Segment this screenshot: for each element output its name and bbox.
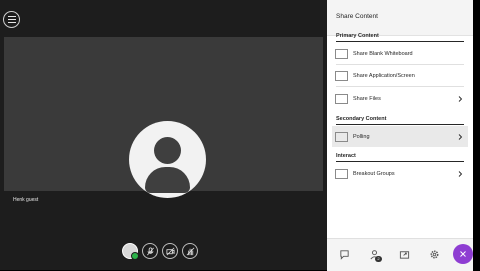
raise-hand-button[interactable] — [182, 243, 198, 259]
section-title-secondary: Secondary Content — [336, 116, 387, 122]
hand-icon — [186, 247, 194, 255]
screen-share-icon — [335, 70, 348, 81]
polling-icon — [335, 131, 348, 142]
main-stage: Henk guest — [0, 0, 327, 270]
share-content-panel: Share Content Primary Content Share Blan… — [327, 0, 473, 271]
chat-icon — [339, 249, 349, 260]
item-label: Share Blank Whiteboard — [353, 50, 413, 57]
item-label: Polling — [353, 133, 370, 140]
section-divider — [336, 124, 464, 125]
video-area — [4, 37, 323, 198]
breakout-groups-item[interactable]: Breakout Groups — [332, 163, 468, 184]
chevron-right-icon — [458, 170, 463, 177]
attendees-button[interactable]: 2 — [367, 247, 382, 262]
whiteboard-icon — [335, 48, 348, 59]
media-controls — [122, 242, 198, 260]
participant-name: Henk guest — [13, 197, 39, 203]
section-divider — [336, 161, 464, 162]
close-panel-button[interactable] — [453, 244, 473, 264]
item-label: Share Files — [353, 95, 381, 102]
breakout-groups-icon — [335, 168, 348, 179]
share-blank-whiteboard-item[interactable]: Share Blank Whiteboard — [332, 43, 468, 64]
close-icon — [460, 251, 466, 257]
participant-avatar-icon — [129, 121, 206, 198]
section-title-interact: Interact — [336, 153, 356, 159]
item-label: Share Application/Screen — [353, 72, 415, 79]
chevron-right-icon — [458, 95, 463, 102]
microphone-off-icon — [146, 246, 154, 255]
camera-off-icon — [165, 247, 175, 255]
panel-header: Share Content — [327, 0, 473, 36]
section-title-primary: Primary Content — [336, 33, 379, 39]
collaborate-app: Henk guest Share Content Primary Content… — [0, 0, 480, 271]
item-label: Breakout Groups — [353, 170, 395, 177]
files-icon — [335, 93, 348, 104]
settings-button[interactable] — [427, 247, 441, 261]
item-divider — [336, 86, 464, 87]
letterbox-edge — [473, 0, 480, 270]
gear-icon — [430, 250, 438, 258]
camera-toggle[interactable] — [162, 243, 178, 259]
presence-dot — [131, 252, 139, 260]
attendee-count-badge: 2 — [375, 256, 382, 262]
share-content-icon — [399, 250, 409, 259]
share-application-screen-item[interactable]: Share Application/Screen — [332, 65, 468, 86]
polling-item[interactable]: Polling — [332, 126, 468, 147]
microphone-toggle[interactable] — [142, 243, 158, 259]
chevron-right-icon — [458, 133, 463, 140]
panel-title: Share Content — [336, 13, 378, 20]
share-files-item[interactable]: Share Files — [332, 88, 468, 109]
session-menu-button[interactable] — [3, 11, 20, 28]
section-divider — [336, 41, 464, 42]
panel-footer: 2 — [327, 238, 473, 271]
my-status-button[interactable] — [122, 243, 139, 260]
share-content-button[interactable] — [397, 247, 411, 261]
hamburger-icon — [7, 16, 16, 23]
chat-button[interactable] — [337, 247, 351, 261]
